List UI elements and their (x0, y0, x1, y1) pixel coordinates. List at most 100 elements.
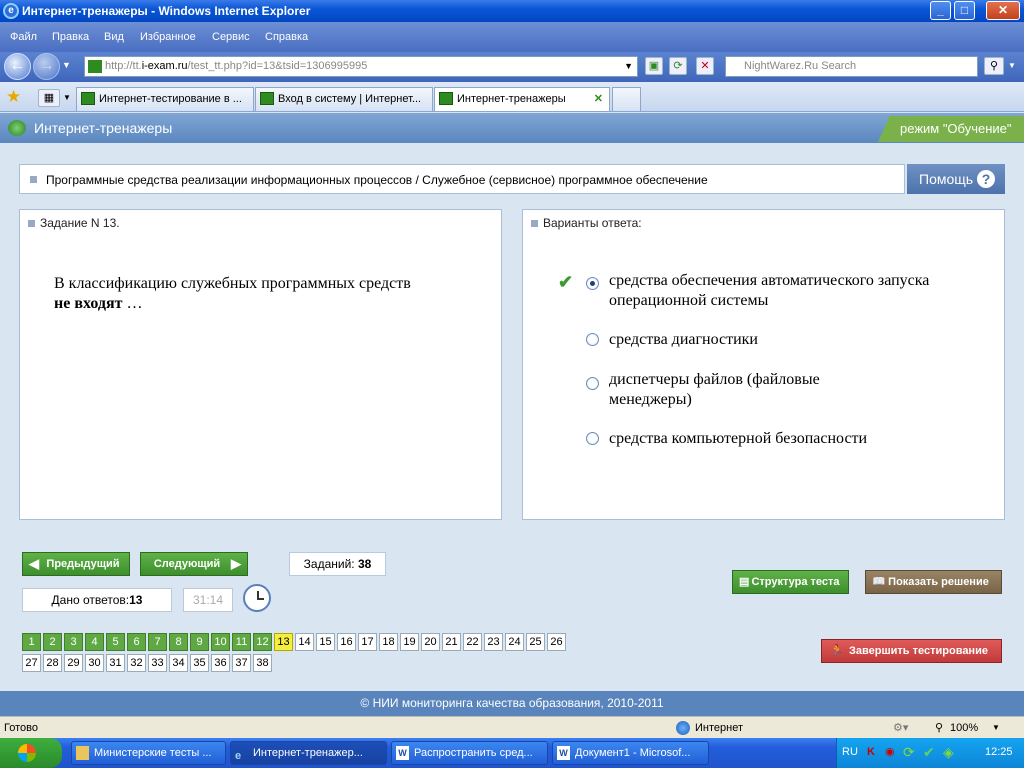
minimize-button[interactable]: _ (930, 1, 951, 20)
close-tab-icon[interactable]: ✕ (594, 88, 603, 110)
favorites-star-icon[interactable]: ★ (6, 87, 21, 107)
tab-list-chevron-icon[interactable]: ▼ (63, 93, 71, 102)
answer-option-1[interactable]: средства обеспечения автоматического зап… (609, 271, 939, 311)
task-number-38[interactable]: 38 (253, 654, 272, 672)
taskbar-item-label: Документ1 - Microsof... (575, 747, 691, 759)
task-number-27[interactable]: 27 (22, 654, 41, 672)
quick-tabs-icon[interactable]: ▦ (38, 89, 60, 107)
help-button[interactable]: Помощь? (907, 164, 1005, 194)
tab-login[interactable]: Вход в систему | Интернет... (255, 87, 433, 111)
url-prefix: http://tt. (105, 60, 142, 72)
taskbar-item-word-doc[interactable]: W Распространить сред... (391, 741, 548, 765)
task-number-3[interactable]: 3 (64, 633, 83, 651)
shield-icon[interactable]: ◉ (885, 745, 895, 758)
answer-option-4[interactable]: средства компьютерной безопасности (609, 429, 939, 449)
protected-mode-icon[interactable]: ⚙▾ (893, 717, 908, 739)
stop-icon[interactable]: ✕ (696, 57, 714, 75)
answer-radio-4[interactable] (586, 432, 599, 445)
next-button[interactable]: Следующий ▶ (140, 552, 248, 576)
task-number-35[interactable]: 35 (190, 654, 209, 672)
task-number-18[interactable]: 18 (379, 633, 398, 651)
menu-tools[interactable]: Сервис (212, 31, 250, 43)
start-button[interactable] (0, 738, 62, 768)
menu-view[interactable]: Вид (104, 31, 124, 43)
task-number-34[interactable]: 34 (169, 654, 188, 672)
updates-icon[interactable]: ◈ (943, 744, 954, 761)
taskbar-item-label: Распространить сред... (414, 747, 533, 759)
task-number-23[interactable]: 23 (484, 633, 503, 651)
previous-button[interactable]: ◀ Предыдущий (22, 552, 130, 576)
task-number-31[interactable]: 31 (106, 654, 125, 672)
task-number-22[interactable]: 22 (463, 633, 482, 651)
antivirus-icon[interactable]: K (867, 746, 875, 758)
task-number-21[interactable]: 21 (442, 633, 461, 651)
task-number-24[interactable]: 24 (505, 633, 524, 651)
task-number-25[interactable]: 25 (526, 633, 545, 651)
zoom-level[interactable]: 100% (950, 717, 978, 739)
answer-radio-1[interactable] (586, 277, 599, 290)
answer-option-3[interactable]: диспетчеры файлов (файловые менеджеры) (609, 370, 899, 410)
network-icon[interactable]: ✔ (923, 744, 935, 761)
taskbar-item-document1[interactable]: W Документ1 - Microsof... (552, 741, 709, 765)
search-icon[interactable]: ⚲ (984, 57, 1004, 75)
zoom-chevron-icon[interactable]: ▼ (992, 717, 1000, 739)
task-number-15[interactable]: 15 (316, 633, 335, 651)
task-number-20[interactable]: 20 (421, 633, 440, 651)
task-number-30[interactable]: 30 (85, 654, 104, 672)
menu-edit[interactable]: Правка (52, 31, 89, 43)
task-number-9[interactable]: 9 (190, 633, 209, 651)
close-button[interactable]: ✕ (986, 1, 1020, 20)
test-structure-button[interactable]: ▤ Структура теста (732, 570, 849, 594)
menu-favorites[interactable]: Избранное (140, 31, 196, 43)
task-number-14[interactable]: 14 (295, 633, 314, 651)
task-number-11[interactable]: 11 (232, 633, 251, 651)
task-number-6[interactable]: 6 (127, 633, 146, 651)
task-number-4[interactable]: 4 (85, 633, 104, 651)
recent-pages-chevron-icon[interactable]: ▼ (62, 60, 71, 70)
zoom-icon[interactable]: ⚲ (935, 717, 943, 739)
task-number-33[interactable]: 33 (148, 654, 167, 672)
taskbar-item-ie[interactable]: e Интернет-тренажер... (230, 741, 387, 765)
maximize-button[interactable]: □ (954, 1, 975, 20)
task-number-37[interactable]: 37 (232, 654, 251, 672)
menu-file[interactable]: Файл (10, 31, 37, 43)
sync-icon[interactable]: ⟳ (903, 744, 915, 761)
task-number-28[interactable]: 28 (43, 654, 62, 672)
address-dropdown-icon[interactable]: ▼ (624, 61, 633, 71)
task-number-26[interactable]: 26 (547, 633, 566, 651)
back-button[interactable]: ← (4, 53, 31, 80)
new-tab-button[interactable] (612, 87, 641, 111)
forward-button[interactable]: → (33, 53, 60, 80)
task-number-12[interactable]: 12 (253, 633, 272, 651)
search-options-chevron-icon[interactable]: ▼ (1008, 61, 1016, 70)
task-number-16[interactable]: 16 (337, 633, 356, 651)
task-number-5[interactable]: 5 (106, 633, 125, 651)
show-solution-button[interactable]: 📖 Показать решение (865, 570, 1002, 594)
tab-trainers[interactable]: Интернет-тренажеры ✕ (434, 87, 610, 111)
task-number-13[interactable]: 13 (274, 633, 293, 651)
answer-radio-3[interactable] (586, 377, 599, 390)
address-bar[interactable]: http://tt.i-exam.ru/test_tt.php?id=13&ts… (84, 56, 638, 77)
task-number-19[interactable]: 19 (400, 633, 419, 651)
answer-option-2[interactable]: средства диагностики (609, 330, 939, 350)
refresh-icon[interactable]: ⟳ (669, 57, 687, 75)
question-header: Задание N 13. (40, 216, 120, 230)
taskbar-item-ministry-tests[interactable]: Министерские тесты ... (71, 741, 226, 765)
task-number-29[interactable]: 29 (64, 654, 83, 672)
task-number-7[interactable]: 7 (148, 633, 167, 651)
zone-text: Интернет (695, 722, 743, 734)
language-indicator[interactable]: RU (842, 746, 858, 758)
task-number-1[interactable]: 1 (22, 633, 41, 651)
menu-help[interactable]: Справка (265, 31, 308, 43)
task-number-32[interactable]: 32 (127, 654, 146, 672)
search-input[interactable]: NightWarez.Ru Search (725, 56, 978, 77)
task-number-2[interactable]: 2 (43, 633, 62, 651)
tab-internet-testing[interactable]: Интернет-тестирование в ... (76, 87, 254, 111)
task-number-17[interactable]: 17 (358, 633, 377, 651)
finish-test-button[interactable]: 🏃 Завершить тестирование (821, 639, 1002, 663)
task-number-8[interactable]: 8 (169, 633, 188, 651)
task-number-10[interactable]: 10 (211, 633, 230, 651)
answer-radio-2[interactable] (586, 333, 599, 346)
task-number-36[interactable]: 36 (211, 654, 230, 672)
compatibility-icon[interactable]: ▣ (645, 57, 663, 75)
